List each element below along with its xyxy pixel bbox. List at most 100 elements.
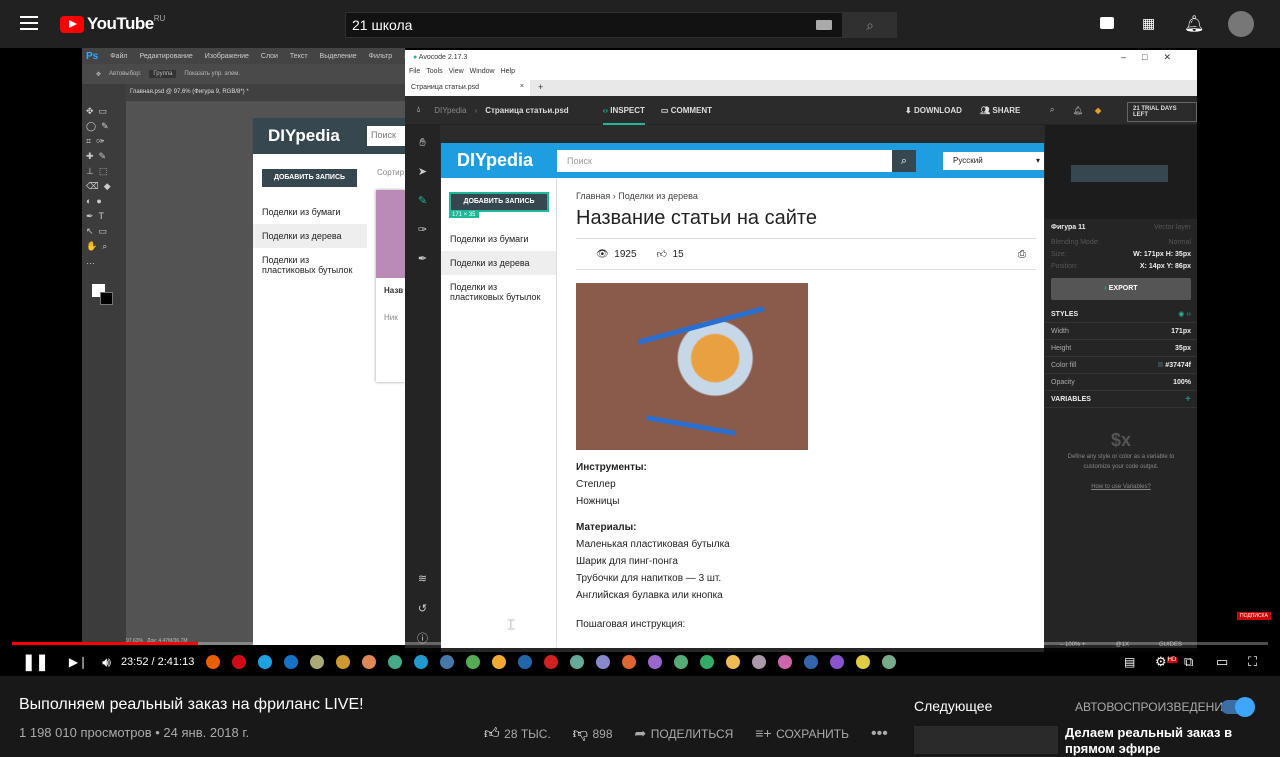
taskbar-icons: [200, 653, 902, 671]
keyboard-icon[interactable]: [816, 20, 832, 30]
color-picker-icon[interactable]: ✑: [405, 216, 440, 245]
av-menu-item[interactable]: File: [409, 68, 420, 78]
search-input[interactable]: 21 школа: [345, 12, 843, 38]
doc-tab-label: Главная.psd @ 97,6% (Фигура 9, RGB/8*) *: [130, 89, 249, 95]
autoplay-toggle[interactable]: [1221, 697, 1255, 717]
autoselect-checkbox[interactable]: Автовыбор:: [109, 71, 141, 77]
show-controls-checkbox[interactable]: Показать упр. элем.: [184, 71, 240, 77]
time-display: 23:52 / 2:41:13: [120, 656, 195, 668]
style-value[interactable]: #37474f: [1165, 362, 1191, 369]
style-value[interactable]: 100%: [1173, 379, 1191, 386]
av-tab[interactable]: Страница статьи.psd ×: [405, 80, 530, 96]
likes-count: 15: [672, 248, 684, 260]
more-actions-button[interactable]: •••: [871, 725, 888, 743]
ps-menu-item[interactable]: Файл: [110, 53, 127, 60]
tool-item: Ножницы: [576, 496, 620, 507]
eye-toggle-icon[interactable]: ◉ ‹›: [1178, 310, 1191, 318]
share-button[interactable]: 👥︎ SHARE: [980, 106, 1020, 115]
tool-icons[interactable]: ✥▭ ◯✎ ⌗✑ ✚✎ ⊥⬚ ⌫◆ ◐● ✒T ↖▭ ✋⌕…: [82, 84, 126, 289]
site-side-item[interactable]: Поделки из пластиковых бутылок: [441, 275, 556, 309]
style-value[interactable]: 171px: [1171, 328, 1191, 335]
trial-button[interactable]: 21 TRIAL DAYS LEFT: [1127, 102, 1197, 122]
settings-button[interactable]: ⚙HD: [1155, 654, 1178, 670]
av-menu-item[interactable]: View: [449, 68, 464, 78]
pause-button[interactable]: ❚❚: [22, 652, 49, 672]
next-video-title[interactable]: Делаем реальный заказ в прямом эфире: [1065, 725, 1255, 757]
variables-heading: VARIABLES: [1051, 395, 1091, 403]
site-add-button[interactable]: ДОБАВИТЬ ЗАПИСЬ: [449, 192, 549, 212]
like-icon[interactable]: 👍︎: [657, 248, 667, 260]
ps-menu-item[interactable]: Слои: [261, 53, 278, 60]
ps-menu-item[interactable]: Фильтр: [369, 53, 393, 60]
ps-menu-item[interactable]: Изображение: [205, 53, 249, 60]
avatar[interactable]: [1228, 11, 1254, 37]
subtitles-button[interactable]: ▤: [1124, 655, 1135, 669]
history-icon[interactable]: ↺: [405, 595, 440, 624]
search-button[interactable]: ⌕: [843, 12, 897, 38]
variables-link[interactable]: How to use Variables?: [1055, 482, 1187, 492]
create-video-icon[interactable]: [1100, 17, 1114, 29]
ps-doc-tab[interactable]: Главная.psd @ 97,6% (Фигура 9, RGB/8*) *: [126, 84, 405, 101]
export-label: EXPORT: [1108, 285, 1138, 292]
search-icon[interactable]: ⌕: [1050, 105, 1054, 115]
av-menu-item[interactable]: Tools: [426, 68, 442, 78]
av-menu-item[interactable]: Help: [501, 68, 515, 78]
notifications-icon[interactable]: 🔔︎: [1184, 14, 1204, 34]
progress-bar[interactable]: [12, 642, 1268, 645]
layers-icon[interactable]: ≋: [405, 565, 440, 594]
next-button[interactable]: ▶❘: [69, 655, 88, 669]
volume-button[interactable]: 🔊︎: [102, 654, 111, 671]
site-side-item[interactable]: Поделки из дерева: [441, 251, 556, 275]
measure-tool-icon[interactable]: ✎: [405, 187, 440, 216]
ps-card: Назв Ник: [376, 190, 405, 382]
av-tabbar: Страница статьи.psd × +: [405, 80, 1197, 96]
avocode-logo-icon: 💧︎: [417, 105, 421, 114]
new-tab-button[interactable]: +: [530, 80, 551, 96]
ps-side-item: Поделки из пластиковых бутылок: [262, 255, 353, 275]
next-video-thumbnail[interactable]: [914, 726, 1058, 754]
window-controls[interactable]: –□✕: [1121, 52, 1187, 63]
video-player[interactable]: Ps Файл Редактирование Изображение Слои Текс…: [0, 48, 1280, 676]
ps-canvas: DIYpedia Поиск ДОБАВИТЬ ЗАПИСЬ Сортир По…: [253, 118, 407, 645]
site-header: DIYpedia Поиск ⌕ Русский ▾: [441, 143, 1044, 178]
dislike-button[interactable]: 👎︎ 898: [573, 725, 613, 743]
save-button[interactable]: ≡+ СОХРАНИТЬ: [755, 725, 849, 743]
like-button[interactable]: 👍︎ 28 ТЫС.: [484, 725, 551, 743]
download-button[interactable]: ⬇ DOWNLOAD: [905, 106, 962, 115]
av-menu-item[interactable]: Window: [470, 68, 495, 78]
crumb-home[interactable]: Главная: [576, 191, 610, 201]
hand-tool-icon[interactable]: ✋︎: [405, 129, 440, 158]
share-button[interactable]: ➦ ПОДЕЛИТЬСЯ: [635, 725, 734, 743]
background-color[interactable]: [100, 292, 113, 305]
save-label: СОХРАНИТЬ: [776, 727, 850, 741]
style-value[interactable]: 35px: [1175, 345, 1191, 352]
crumb-category[interactable]: Поделки из дерева: [618, 191, 698, 201]
ps-menu-item[interactable]: Выделение: [320, 53, 357, 60]
add-variable-icon[interactable]: +: [1185, 394, 1191, 405]
ps-menu-item[interactable]: Редактирование: [139, 53, 192, 60]
miniplayer-button[interactable]: ⧉: [1184, 654, 1193, 670]
pen-tool-icon[interactable]: ✒: [405, 245, 440, 274]
ps-toolbox[interactable]: ✥▭ ◯✎ ⌗✑ ✚✎ ⊥⬚ ⌫◆ ◐● ✒T ↖▭ ✋⌕…: [82, 84, 126, 645]
export-button[interactable]: ‹ EXPORT: [1051, 278, 1191, 300]
menu-icon[interactable]: [20, 16, 38, 30]
inspect-tab[interactable]: ‹› INSPECT: [602, 96, 645, 125]
user-avatar-icon[interactable]: ◆: [1095, 106, 1101, 115]
theater-button[interactable]: ▭: [1216, 654, 1228, 670]
apps-icon[interactable]: ▦: [1142, 16, 1155, 30]
masthead: YouTube RU 21 школа ⌕ ▦ 🔔︎: [0, 0, 1280, 48]
print-icon[interactable]: ⎙: [1018, 249, 1026, 260]
comment-tab[interactable]: ▭ COMMENT: [661, 106, 712, 115]
av-breadcrumb-project[interactable]: DIYpedia: [434, 106, 466, 115]
material-item: Трубочки для напитков — 3 шт.: [576, 573, 722, 584]
group-select[interactable]: Группа: [149, 70, 177, 78]
steps-heading: Пошаговая инструкция:: [576, 619, 686, 630]
fullscreen-button[interactable]: ⛶: [1248, 654, 1257, 670]
bell-icon[interactable]: 🔔︎: [1073, 106, 1083, 115]
ps-menu-item[interactable]: Текст: [290, 53, 308, 60]
subscribe-watermark[interactable]: ПОДПИСКА: [1237, 612, 1271, 620]
move-tool-icon[interactable]: ✥: [96, 71, 101, 78]
youtube-logo[interactable]: YouTube RU: [60, 14, 165, 34]
pointer-tool-icon[interactable]: ➤: [405, 158, 440, 187]
site-side-item[interactable]: Поделки из бумаги: [441, 227, 556, 251]
